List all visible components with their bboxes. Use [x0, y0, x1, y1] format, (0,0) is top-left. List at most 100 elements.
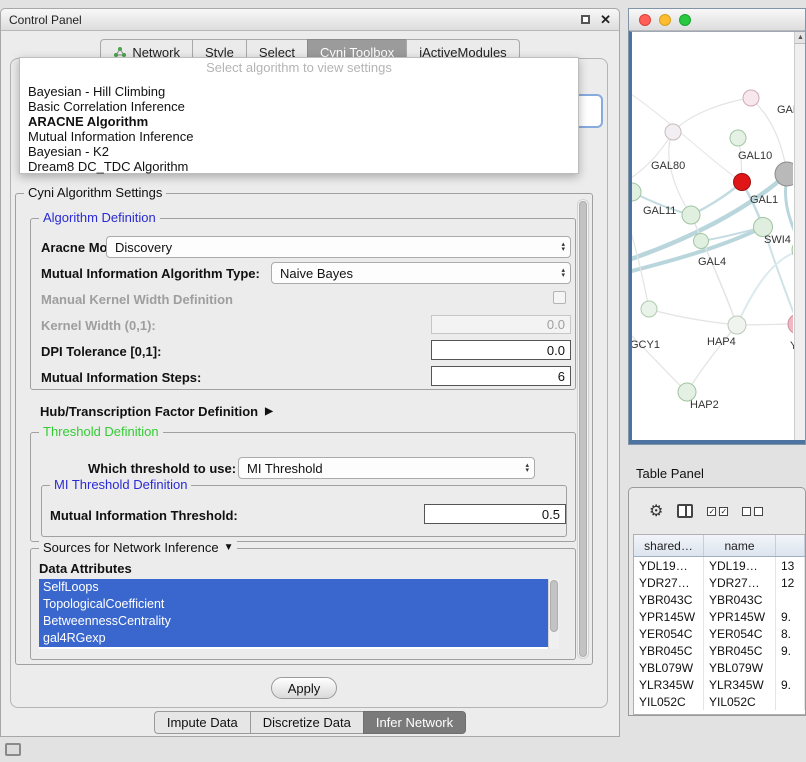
expand-down-icon: ▼: [224, 542, 234, 553]
network-scrollbar[interactable]: ▲: [794, 32, 805, 440]
checked-box-icon: ✓: [719, 507, 728, 516]
settings-scrollbar[interactable]: [577, 199, 589, 659]
dpi-tolerance-field[interactable]: 0.0: [431, 340, 571, 360]
minimized-panel-icon[interactable]: [5, 743, 21, 756]
table-row[interactable]: YIL052CYIL052C: [634, 693, 805, 710]
list-item-gal4rgexp[interactable]: gal4RGexp: [39, 630, 548, 647]
node-label-hap4: HAP4: [707, 336, 736, 348]
dpi-tolerance-value: 0.0: [547, 343, 565, 358]
which-threshold-select[interactable]: MI Threshold ▴▾: [238, 457, 535, 479]
node-gal11[interactable]: [682, 206, 700, 224]
tab-infer-network-label: Infer Network: [376, 715, 453, 730]
cell: YPR145W: [704, 608, 776, 625]
node-label-gcy1: GCY1: [630, 339, 660, 351]
table-row[interactable]: YDR27…YDR27…12: [634, 574, 805, 591]
network-canvas[interactable]: GAL GAL80 GAL10 GAL11 GAL1 SWI4 GAL4 GCY…: [629, 31, 805, 444]
minimize-window-icon[interactable]: [659, 14, 671, 26]
table-row[interactable]: YPR145WYPR145W9.: [634, 608, 805, 625]
cell: YBR045C: [704, 642, 776, 659]
kernel-width-value: 0.0: [547, 317, 565, 332]
mi-steps-field[interactable]: 6: [431, 366, 571, 386]
network-window-titlebar: [629, 9, 805, 31]
menu-item-bayesian-k2[interactable]: Bayesian - K2: [20, 144, 578, 159]
node-label-gal1: GAL1: [750, 194, 778, 206]
list-item-topologicalcoefficient[interactable]: TopologicalCoefficient: [39, 596, 548, 613]
tab-impute-data[interactable]: Impute Data: [154, 711, 251, 734]
control-panel-window: Control Panel ✕ Network Style Select Cyn…: [0, 8, 620, 737]
mi-threshold-definition-title: MI Threshold Definition: [50, 477, 191, 492]
column-header-name[interactable]: name: [704, 535, 776, 556]
cell: 9.: [776, 676, 805, 693]
node-label-gal10: GAL10: [738, 150, 772, 162]
node-label-gal4: GAL4: [698, 256, 726, 268]
node-gal4[interactable]: [694, 234, 709, 249]
float-window-icon[interactable]: [581, 15, 590, 24]
which-threshold-value: MI Threshold: [247, 461, 323, 476]
mi-algorithm-type-label: Mutual Information Algorithm Type:: [41, 266, 260, 281]
node-swi4[interactable]: [792, 240, 793, 260]
menu-item-aracne[interactable]: ARACNE Algorithm: [20, 114, 578, 129]
close-window-icon[interactable]: [639, 14, 651, 26]
cell: YPR145W: [634, 608, 704, 625]
manual-kernel-width-checkbox[interactable]: [553, 291, 566, 304]
cell: YDR27…: [704, 574, 776, 591]
list-item-betweennesscentrality[interactable]: BetweennessCentrality: [39, 613, 548, 630]
cell: YIL052C: [634, 693, 704, 710]
deselect-all-icon[interactable]: [742, 507, 763, 516]
aracne-mode-select[interactable]: Discovery ▴▾: [106, 236, 571, 258]
gear-icon[interactable]: ⚙: [649, 501, 663, 521]
list-item-selfloops[interactable]: SelfLoops: [39, 579, 548, 596]
scroll-up-icon[interactable]: ▲: [795, 32, 805, 44]
table-row[interactable]: YBR045CYBR045C9.: [634, 642, 805, 659]
node-green-top[interactable]: [730, 130, 746, 146]
table-row[interactable]: YBR043CYBR043C: [634, 591, 805, 608]
node-pink-right[interactable]: [788, 314, 793, 334]
node-gcy1[interactable]: [641, 301, 657, 317]
menu-item-basic-correlation[interactable]: Basic Correlation Inference: [20, 99, 578, 114]
table-row[interactable]: YDL19…YDL19…13: [634, 557, 805, 574]
node-pink-top[interactable]: [743, 90, 759, 106]
menu-item-bayesian-hill-climbing[interactable]: Bayesian - Hill Climbing: [20, 84, 578, 99]
mi-algorithm-type-select[interactable]: Naive Bayes ▴▾: [271, 262, 571, 284]
menu-item-mutual-information[interactable]: Mutual Information Inference: [20, 129, 578, 144]
tab-discretize-data[interactable]: Discretize Data: [250, 711, 364, 734]
data-attributes-label: Data Attributes: [39, 561, 132, 576]
cell: YLR345W: [634, 676, 704, 693]
kernel-width-field[interactable]: 0.0: [431, 315, 571, 334]
mi-steps-value: 6: [558, 369, 565, 384]
manual-kernel-width-label: Manual Kernel Width Definition: [41, 292, 233, 307]
zoom-window-icon[interactable]: [679, 14, 691, 26]
list-scrollbar[interactable]: [548, 579, 559, 649]
sources-group-title[interactable]: Sources for Network Inference ▼: [39, 540, 237, 555]
node-red-gal10[interactable]: [734, 174, 751, 191]
cell: YBR045C: [634, 642, 704, 659]
columns-icon[interactable]: [677, 504, 693, 518]
which-threshold-label: Which threshold to use:: [88, 461, 236, 476]
control-panel-titlebar: Control Panel ✕: [1, 9, 619, 31]
list-scrollbar-thumb[interactable]: [550, 580, 558, 632]
table-row[interactable]: YLR345WYLR345W9.: [634, 676, 805, 693]
apply-button[interactable]: Apply: [271, 677, 337, 699]
cell: 9.: [776, 608, 805, 625]
cell: YBR043C: [704, 591, 776, 608]
dpi-tolerance-label: DPI Tolerance [0,1]:: [41, 344, 161, 359]
close-icon[interactable]: ✕: [600, 12, 611, 28]
node-left-edge[interactable]: [632, 183, 641, 201]
menu-item-dream8[interactable]: Dream8 DC_TDC Algorithm: [20, 159, 578, 174]
mi-threshold-field[interactable]: 0.5: [424, 504, 566, 524]
expand-right-icon: ▶: [265, 406, 273, 417]
node-hap4[interactable]: [728, 316, 746, 334]
select-all-icon[interactable]: ✓ ✓: [707, 507, 728, 516]
combo-arrows-icon: ▴▾: [553, 242, 565, 252]
table-row[interactable]: YBL079WYBL079W: [634, 659, 805, 676]
column-header-cut[interactable]: [776, 535, 805, 556]
hub-transcription-section[interactable]: Hub/Transcription Factor Definition ▶: [40, 404, 273, 419]
settings-scrollbar-thumb[interactable]: [579, 201, 587, 657]
node-pale-gal80[interactable]: [665, 124, 681, 140]
cell: YDL19…: [704, 557, 776, 574]
tab-infer-network[interactable]: Infer Network: [363, 711, 466, 734]
cell: YDL19…: [634, 557, 704, 574]
column-header-shared-name[interactable]: shared…: [634, 535, 704, 556]
hub-transcription-label: Hub/Transcription Factor Definition: [40, 404, 258, 419]
table-row[interactable]: YER054CYER054C8.: [634, 625, 805, 642]
